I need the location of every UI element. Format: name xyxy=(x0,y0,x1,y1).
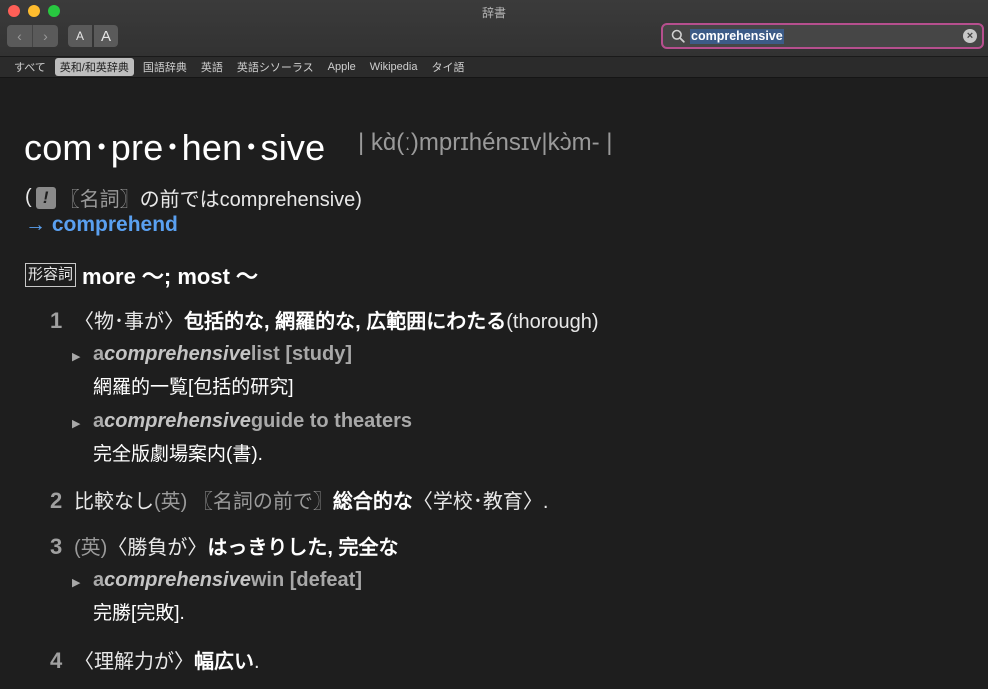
example-3: ▶ a comprehensive win [defeat] 完勝[完敗]. xyxy=(72,569,362,625)
headword: com･pre･hen･sive xyxy=(24,127,326,168)
search-input[interactable]: comprehensive xyxy=(690,28,784,44)
example-translation: 完勝[完敗]. xyxy=(93,603,185,624)
tab-english[interactable]: 英語 xyxy=(196,58,228,76)
sense-number: 4 xyxy=(50,648,63,673)
chevron-left-icon: ‹ xyxy=(17,28,22,44)
part-of-speech-badge: 形容詞 xyxy=(25,263,77,287)
example-headword: comprehensive xyxy=(104,410,251,432)
note-open: ( xyxy=(25,186,32,208)
example-rest: list [study] xyxy=(250,343,352,365)
sense-number: 1 xyxy=(50,308,63,333)
font-size-buttons: A A xyxy=(68,25,118,47)
exclamation-icon: ! xyxy=(35,186,56,209)
example-1: ▶ a comprehensive list [study] 網羅的一覧[包括的… xyxy=(72,343,352,399)
disclosure-triangle-icon[interactable]: ▶ xyxy=(72,417,93,430)
sense-4: 4 〈理解力が〉 幅広い . xyxy=(50,645,260,674)
window-title: 辞書 xyxy=(481,6,506,20)
tab-thai[interactable]: タイ語 xyxy=(426,58,469,76)
cross-reference-link[interactable]: → comprehend xyxy=(25,213,178,237)
example-prefix: a xyxy=(93,410,105,432)
tab-wikipedia[interactable]: Wikipedia xyxy=(365,60,423,74)
example-headword: comprehensive xyxy=(104,569,251,591)
note-bracket: 〖名詞〗 xyxy=(59,189,140,211)
sense-2: 2 比較なし (英) 〖名詞の前で〗 総合的な 〈学校･教育〉. xyxy=(50,485,548,514)
usage-note: ( ! 〖名詞〗 の前ではcomprehensive) xyxy=(25,183,362,212)
sense-3: 3 (英) 〈勝負が〉 はっきりした, 完全な xyxy=(50,531,398,560)
chevron-right-icon: › xyxy=(43,28,48,44)
disclosure-triangle-icon[interactable]: ▶ xyxy=(72,576,93,589)
sense-definition: 総合的な xyxy=(332,491,413,513)
entry-content: com･pre･hen･sive | kɑ̀(ː)mprɪhénsɪv|kɔ̀m… xyxy=(0,79,988,689)
sense-definition: 幅広い xyxy=(194,651,254,673)
back-button[interactable]: ‹ xyxy=(7,25,33,47)
example-prefix: a xyxy=(93,343,105,365)
tab-apple[interactable]: Apple xyxy=(323,60,361,74)
comparative-forms: more 〜; most 〜 xyxy=(82,264,259,289)
sense-number: 3 xyxy=(50,534,63,559)
clear-search-icon[interactable]: × xyxy=(963,29,977,43)
sense-synonym: (thorough) xyxy=(506,311,599,333)
tab-japanese-dictionary[interactable]: 国語辞典 xyxy=(138,58,192,76)
sense-definition: はっきりした, 完全な xyxy=(207,537,399,559)
decrease-font-button[interactable]: A xyxy=(68,25,92,47)
search-icon xyxy=(668,26,688,46)
example-headword: comprehensive xyxy=(104,343,251,365)
example-prefix: a xyxy=(93,569,105,591)
tab-english-thesaurus[interactable]: 英語シソーラス xyxy=(232,58,319,76)
sense-1: 1 〈物･事が〉 包括的な, 網羅的な, 広範囲にわたる (thorough) xyxy=(50,305,599,334)
sense-context: 〈勝負が〉 xyxy=(107,537,208,559)
sense-label: (英) 〖名詞の前で〗 xyxy=(154,491,333,513)
sense-synonym: . xyxy=(254,651,260,673)
sense-context: 比較なし xyxy=(74,491,154,513)
note-text: の前ではcomprehensive) xyxy=(139,189,362,211)
sense-context: 〈理解力が〉 xyxy=(74,651,194,673)
example-translation: 網羅的一覧[包括的研究] xyxy=(93,377,294,398)
tab-english-japanese[interactable]: 英和/和英辞典 xyxy=(54,58,134,76)
search-field[interactable]: comprehensive × xyxy=(661,23,984,49)
disclosure-triangle-icon[interactable]: ▶ xyxy=(72,350,93,363)
example-rest: win [defeat] xyxy=(250,569,362,591)
example-translation: 完全版劇場案内(書). xyxy=(93,444,263,465)
sense-context: 〈物･事が〉 xyxy=(74,311,184,333)
sense-label: (英) xyxy=(74,537,108,559)
dictionary-tabs: すべて 英和/和英辞典 国語辞典 英語 英語シソーラス Apple Wikipe… xyxy=(0,56,988,78)
increase-font-button[interactable]: A xyxy=(94,25,118,47)
forward-button[interactable]: › xyxy=(33,25,58,47)
pronunciation: | kɑ̀(ː)mprɪhénsɪv|kɔ̀m- | xyxy=(358,129,613,156)
sense-synonym: 〈学校･教育〉. xyxy=(412,491,549,513)
title-bar: 辞書 ‹ › A A comprehensive × xyxy=(0,0,988,56)
sense-definition: 包括的な, 網羅的な, 広範囲にわたる xyxy=(184,311,507,333)
sense-number: 2 xyxy=(50,488,63,513)
example-2: ▶ a comprehensive guide to theaters 完全版劇… xyxy=(72,410,412,466)
navigation-buttons: ‹ › xyxy=(7,25,58,47)
example-rest: guide to theaters xyxy=(250,410,412,432)
tab-all[interactable]: すべて xyxy=(9,58,51,76)
part-of-speech-line: 形容詞 more 〜; most 〜 xyxy=(25,259,258,291)
